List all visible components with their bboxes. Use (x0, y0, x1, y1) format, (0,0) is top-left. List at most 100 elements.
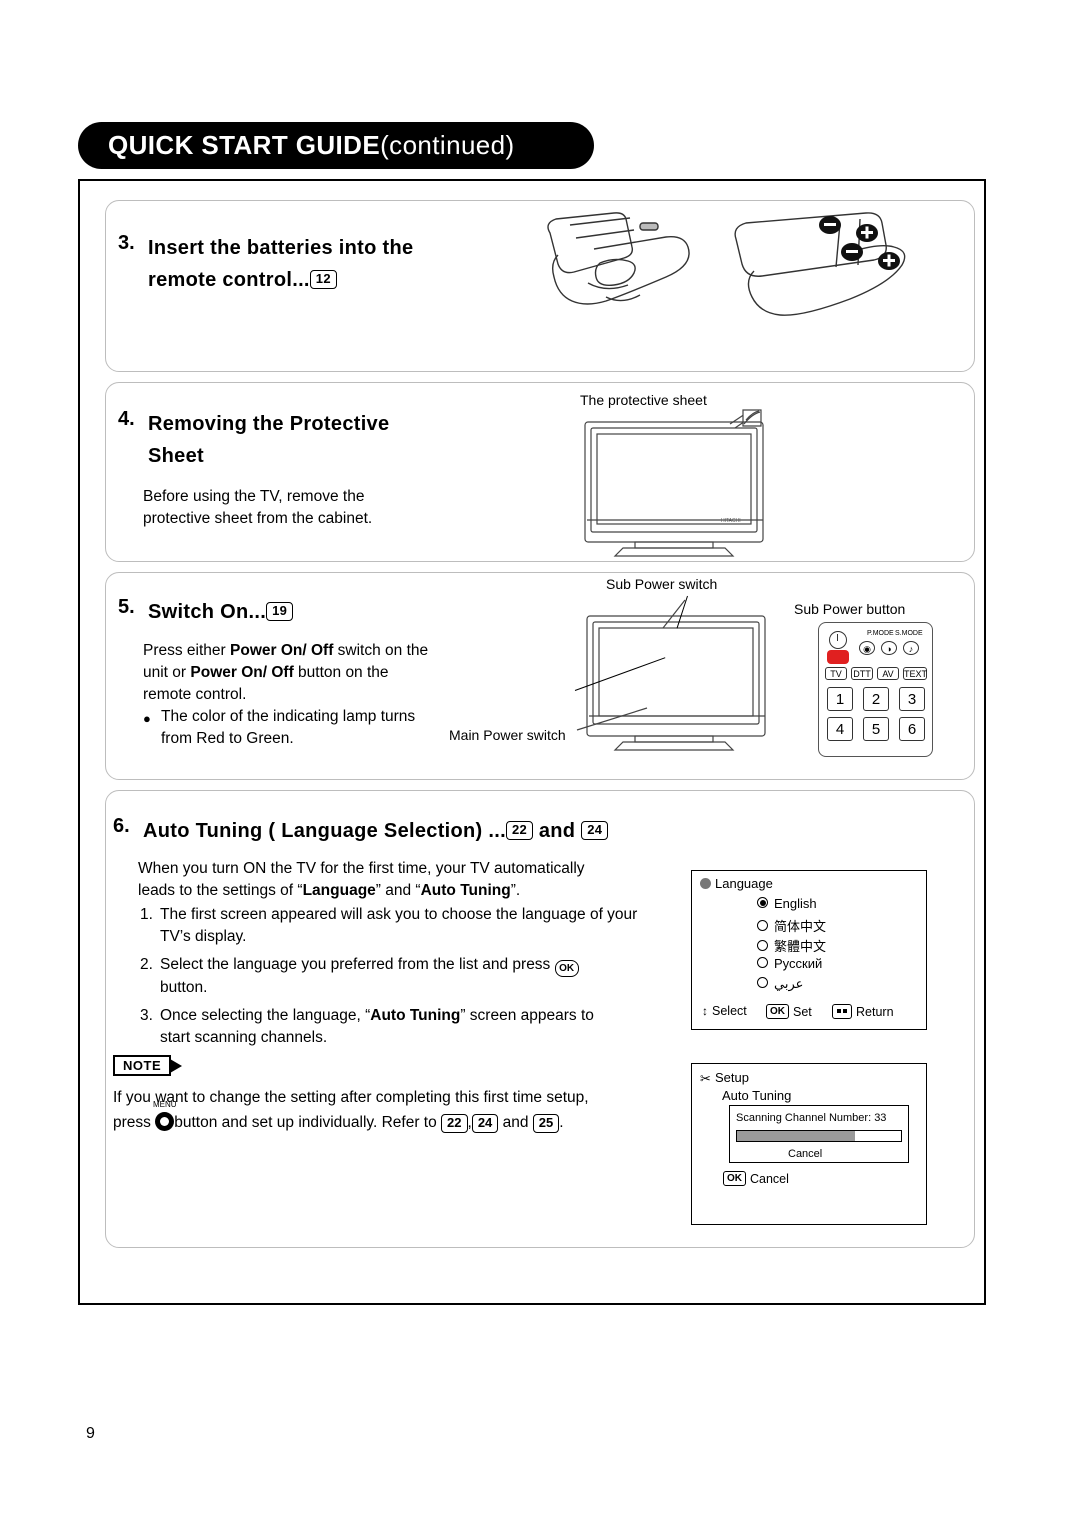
globe-icon (700, 878, 711, 889)
note-ref-24: 24 (471, 1114, 499, 1133)
osd-language-footer-return: Return (832, 1004, 894, 1019)
page-number: 9 (86, 1425, 95, 1442)
osd-setup-cancel-label: Cancel (750, 1171, 789, 1186)
step-1-number: 1. (140, 906, 153, 923)
wrench-icon: ✂ (700, 1071, 711, 1086)
section-6-intro-l2a: leads to the settings of “ (138, 882, 303, 899)
note-line2a: press (113, 1114, 156, 1131)
document-page: QUICK START GUIDE (continued) 3. Insert … (0, 0, 1080, 1528)
key-tv[interactable]: TV (825, 667, 847, 680)
osd-footer-set-label: Set (793, 1004, 812, 1019)
tv-power-illustration (576, 599, 766, 751)
note-line2b: button and set up individually. Refer to (174, 1114, 442, 1131)
step-3-number: 3. (140, 1007, 153, 1024)
bullet-dot-icon: ● (143, 711, 151, 726)
section-4-body-line1: Before using the TV, remove the (143, 488, 365, 505)
page-header-banner: QUICK START GUIDE (continued) (78, 122, 594, 169)
section-3-number: 3. (118, 232, 135, 254)
osd-language-option-0[interactable]: English (757, 896, 817, 911)
osd-language-title: Language (715, 876, 773, 891)
section-6-intro-autotuning: Auto Tuning (420, 882, 511, 899)
section-5-title: Switch On... (148, 601, 267, 623)
section-5-body-l2a: unit or (143, 664, 191, 681)
step-3-autotuning: Auto Tuning (370, 1007, 461, 1024)
step-1-line2: TV’s display. (160, 928, 247, 945)
osd-language-option-1[interactable]: 简体中文 (757, 916, 826, 935)
menu-button-icon (155, 1112, 175, 1131)
key-num-1[interactable]: 1 (827, 687, 853, 711)
radio-icon (757, 977, 768, 988)
key-text[interactable]: TEXT (903, 667, 927, 680)
osd-language-option-2[interactable]: 繁體中文 (757, 936, 826, 955)
osd-language-option-4[interactable]: عربي (757, 976, 803, 992)
osd-footer-return-label: Return (856, 1004, 894, 1019)
svg-text:HITACHI: HITACHI (721, 518, 741, 524)
smode-label: S.MODE (895, 629, 923, 638)
round-key-3[interactable]: ♪ (903, 641, 919, 655)
section-5-body-l1c: switch on the (333, 642, 429, 659)
ok-button-icon: OK (554, 960, 579, 977)
section-4-title-line1: Removing the Protective (148, 413, 390, 435)
section-5-body-l2c: button on the (293, 664, 389, 681)
step-3-line1c: ” screen appears to (460, 1007, 594, 1024)
osd-setup-subtitle: Auto Tuning (722, 1088, 792, 1103)
section-6-page-ref-2: 24 (581, 821, 609, 840)
key-num-5[interactable]: 5 (863, 717, 889, 741)
step-2-line2: button. (160, 979, 208, 996)
step-3-line2: start scanning channels. (160, 1029, 328, 1046)
round-key-1[interactable]: ◉ (859, 641, 875, 655)
sub-power-button-caption: Sub Power button (794, 601, 906, 617)
section-5-body-l3: remote control. (143, 686, 247, 703)
section-3-title-line2: remote control... (148, 269, 310, 291)
section-3-title-line1: Insert the batteries into the (148, 237, 414, 259)
note-arrow-icon (170, 1059, 182, 1073)
osd-setup-title: Setup (715, 1070, 749, 1085)
section-4-title-line2: Sheet (148, 445, 204, 467)
section-6-title: Auto Tuning ( Language Selection) ... (143, 820, 506, 842)
osd-setup-footer[interactable]: OK Cancel (723, 1171, 789, 1186)
section-6-page-ref-1: 22 (505, 821, 533, 840)
section-6-intro-l2e: ”. (510, 882, 521, 899)
osd-language-option-2-label: 繁體中文 (774, 939, 827, 954)
section-5-bullet-l1: The color of the indicating lamp turns (161, 708, 416, 725)
osd-language-option-1-label: 简体中文 (774, 919, 827, 934)
note-and: and (502, 1114, 529, 1131)
note-line1: If you want to change the setting after … (113, 1089, 589, 1106)
note-end: . (559, 1114, 564, 1131)
updown-arrow-icon: ↕ (702, 1004, 708, 1018)
osd-language-option-3[interactable]: Русский (757, 956, 822, 971)
pmode-label: P.MODE (867, 629, 894, 638)
scan-progress-bar (736, 1130, 902, 1142)
osd-language-footer-select: ↕ Select (702, 1004, 747, 1018)
osd-scan-cancel-inner[interactable]: Cancel (788, 1148, 822, 1160)
key-dtt[interactable]: DTT (851, 667, 873, 680)
header-title-continued: (continued) (380, 130, 515, 160)
key-num-3[interactable]: 3 (899, 687, 925, 711)
note-badge: NOTE (113, 1055, 172, 1076)
radio-icon (757, 920, 768, 931)
key-av[interactable]: AV (877, 667, 899, 680)
osd-language-footer-set: OK Set (766, 1004, 812, 1019)
key-num-6[interactable]: 6 (899, 717, 925, 741)
key-num-2[interactable]: 2 (863, 687, 889, 711)
section-6-intro-l2c: ” and “ (375, 882, 421, 899)
osd-language-option-0-label: English (774, 896, 817, 911)
osd-ok-key-icon: OK (766, 1004, 789, 1019)
section-6-number: 6. (113, 815, 130, 837)
section-6-and: and (538, 820, 576, 842)
section-3-page-ref: 12 (309, 270, 337, 289)
step-2-number: 2. (140, 956, 153, 973)
step-2-line1: Select the language you preferred from t… (160, 956, 555, 973)
return-key-icon (832, 1004, 852, 1019)
section-4-body-line2: protective sheet from the cabinet. (143, 510, 373, 527)
tv-protective-sheet-illustration: HITACHI (584, 409, 764, 557)
osd-language-option-3-label: Русский (774, 956, 823, 971)
round-key-2[interactable]: ◑ (881, 641, 897, 655)
radio-icon (757, 940, 768, 951)
osd-setup-title-row: ✂ Setup (700, 1070, 749, 1086)
key-num-4[interactable]: 4 (827, 717, 853, 741)
radio-selected-icon (757, 897, 768, 908)
scan-progress-fill (737, 1131, 856, 1141)
section-5-bullet-l2: from Red to Green. (161, 730, 294, 747)
note-ref-22: 22 (441, 1114, 468, 1133)
